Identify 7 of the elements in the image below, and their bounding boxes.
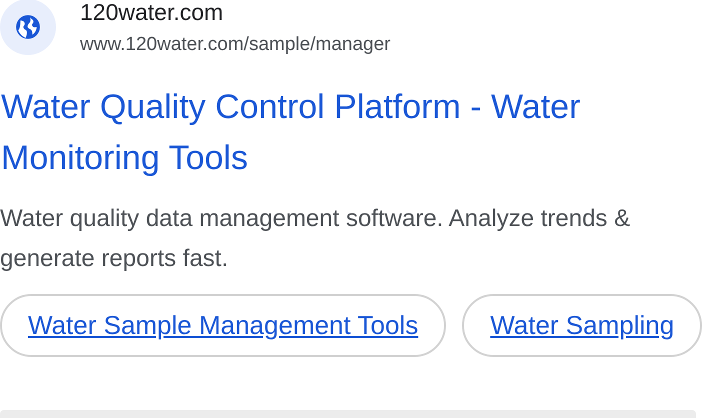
site-name: 120water.com	[80, 0, 224, 25]
result-description: Water quality data management software. Analyze trends & generate reports fast.	[0, 204, 632, 274]
related-search-chip[interactable]: Water Sampling	[462, 294, 702, 357]
result-title-link[interactable]: Water Quality Control Platform - Water Monitoring Tools	[1, 82, 711, 184]
related-search-chip[interactable]: Water Sample Management Tools	[0, 294, 446, 357]
site-url: www.120water.com/sample/manager	[80, 33, 390, 57]
globe-icon	[15, 14, 41, 40]
